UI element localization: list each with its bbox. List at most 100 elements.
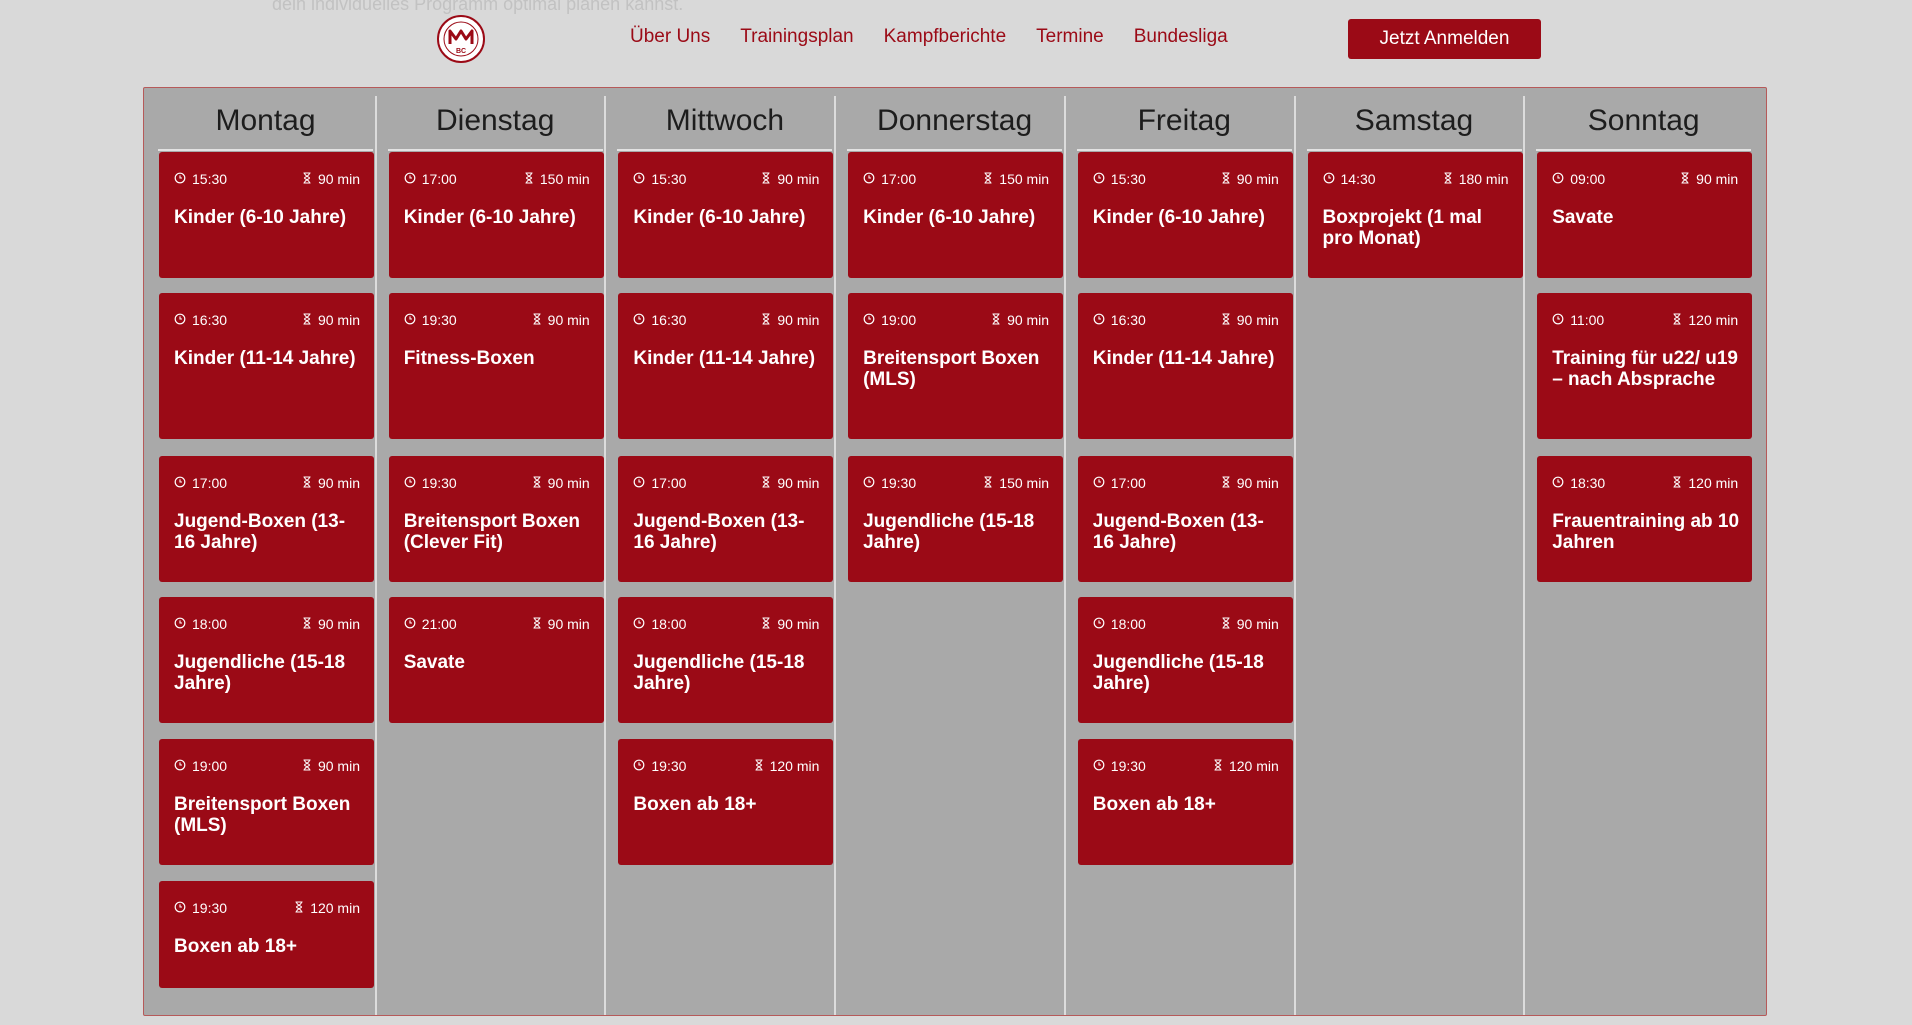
session-time-label: 18:00 xyxy=(1110,616,1146,632)
nav-item-bundesliga[interactable]: Bundesliga xyxy=(1134,26,1228,48)
session-duration-label: 150 min xyxy=(999,475,1050,491)
session-duration: 90 min xyxy=(761,312,819,328)
session-duration: 90 min xyxy=(532,475,590,491)
session-card[interactable]: 09:00 90 min Savate xyxy=(1537,152,1753,278)
session-card[interactable]: 19:30 120 min Boxen ab 18+ xyxy=(1077,739,1293,865)
session-card[interactable]: 21:00 90 min Savate xyxy=(388,597,604,723)
session-title: Jugendliche (15-18 Jahre) xyxy=(1092,652,1264,694)
hourglass-icon xyxy=(1221,171,1231,187)
session-card[interactable]: 14:30 180 min Boxprojekt (1 mal pro Monat) xyxy=(1307,152,1523,278)
session-title: Savate xyxy=(1552,207,1614,228)
session-title: Breitensport Boxen (MLS) xyxy=(863,348,1040,390)
session-card[interactable]: 19:00 90 min Breitensport Boxen (MLS) xyxy=(848,293,1064,439)
hourglass-icon xyxy=(983,171,993,187)
clock-icon xyxy=(1093,312,1105,328)
session-card[interactable]: 19:30 90 min Fitness-Boxen xyxy=(388,293,604,439)
session-card[interactable]: 17:00 90 min Jugend-Boxen (13-16 Jahre) xyxy=(159,456,374,582)
session-card[interactable]: 17:00 90 min Jugend-Boxen (13-16 Jahre) xyxy=(1077,456,1293,582)
session-title: Boxen ab 18+ xyxy=(1092,794,1216,815)
session-duration: 90 min xyxy=(532,312,590,328)
session-meta: 19:00 90 min xyxy=(863,312,1049,328)
session-card[interactable]: 11:00 120 min Training für u22/ u19 – nach… xyxy=(1537,293,1753,439)
clock-icon xyxy=(404,475,416,491)
session-card[interactable]: 17:00 150 min Kinder (6-10 Jahre) xyxy=(388,152,604,278)
day-column-dienstag: Dienstag 17:00 150 min Kinder (6-10 Jahre) 1… xyxy=(374,96,604,1015)
day-column-mittwoch: Mittwoch 15:30 90 min Kinder (6-10 Jahre) 16… xyxy=(603,96,834,1015)
session-title: Kinder (6-10 Jahre) xyxy=(863,207,1036,228)
nav-item-trainingsplan[interactable]: Trainingsplan xyxy=(740,26,853,48)
session-card[interactable]: 15:30 90 min Kinder (6-10 Jahre) xyxy=(1077,152,1293,278)
clock-icon xyxy=(633,475,645,491)
column-divider xyxy=(604,96,607,1015)
session-duration-label: 90 min xyxy=(777,616,820,632)
session-card[interactable]: 15:30 90 min Kinder (6-10 Jahre) xyxy=(159,152,374,278)
session-duration: 90 min xyxy=(302,758,360,774)
clock-icon xyxy=(863,312,875,328)
session-title: Boxen ab 18+ xyxy=(633,794,757,815)
session-card[interactable]: 16:30 90 min Kinder (11-14 Jahre) xyxy=(159,293,374,439)
session-duration-label: 90 min xyxy=(547,616,590,632)
session-meta: 19:30 120 min xyxy=(174,900,360,916)
nav-item-kampfberichte[interactable]: Kampfberichte xyxy=(884,26,1007,48)
hourglass-icon xyxy=(532,475,542,491)
column-divider xyxy=(1293,96,1296,1015)
session-meta: 16:30 90 min xyxy=(633,312,819,328)
session-duration: 90 min xyxy=(1221,475,1279,491)
session-card[interactable]: 17:00 150 min Kinder (6-10 Jahre) xyxy=(848,152,1064,278)
session-duration: 90 min xyxy=(1221,616,1279,632)
session-time: 17:00 xyxy=(863,171,916,187)
session-card[interactable]: 18:00 90 min Jugendliche (15-18 Jahre) xyxy=(618,597,834,723)
session-card[interactable]: 19:30 90 min Breitensport Boxen (Clever Fi… xyxy=(388,456,604,582)
session-time: 09:00 xyxy=(1552,171,1605,187)
session-card[interactable]: 19:00 90 min Breitensport Boxen (MLS) xyxy=(159,739,374,865)
session-time: 18:00 xyxy=(633,616,686,632)
session-card[interactable]: 16:30 90 min Kinder (11-14 Jahre) xyxy=(618,293,834,439)
clock-icon xyxy=(633,312,645,328)
nav-item-ueber-uns[interactable]: Über Uns xyxy=(630,26,710,48)
session-duration-label: 90 min xyxy=(317,171,360,187)
hourglass-icon xyxy=(1672,475,1682,491)
session-meta: 18:30 120 min xyxy=(1552,475,1739,491)
session-duration-label: 120 min xyxy=(1688,475,1739,491)
session-duration-label: 90 min xyxy=(317,616,360,632)
session-time: 15:30 xyxy=(174,171,227,187)
session-card[interactable]: 18:00 90 min Jugendliche (15-18 Jahre) xyxy=(1077,597,1293,723)
session-meta: 19:30 120 min xyxy=(633,758,819,774)
clock-icon xyxy=(1552,312,1564,328)
club-logo[interactable]: BC xyxy=(436,14,486,64)
session-time: 15:30 xyxy=(1093,171,1146,187)
clock-icon xyxy=(174,475,186,491)
clock-icon xyxy=(404,616,416,632)
session-card[interactable]: 19:30 150 min Jugendliche (15-18 Jahre) xyxy=(848,456,1064,582)
column-divider xyxy=(1523,96,1526,1015)
hourglass-icon xyxy=(1213,758,1223,774)
session-duration: 120 min xyxy=(1213,758,1279,774)
session-card[interactable]: 19:30 120 min Boxen ab 18+ xyxy=(159,881,374,988)
session-card[interactable]: 18:00 90 min Jugendliche (15-18 Jahre) xyxy=(159,597,374,723)
session-meta: 19:30 120 min xyxy=(1093,758,1279,774)
session-duration-label: 90 min xyxy=(547,312,590,328)
session-duration: 180 min xyxy=(1443,171,1509,187)
clock-icon xyxy=(633,171,645,187)
session-time-label: 17:00 xyxy=(421,171,457,187)
session-card[interactable]: 16:30 90 min Kinder (11-14 Jahre) xyxy=(1077,293,1293,439)
session-meta: 17:00 90 min xyxy=(1093,475,1279,491)
session-meta: 11:00 120 min xyxy=(1552,312,1738,328)
register-button[interactable]: Jetzt Anmelden xyxy=(1348,19,1541,59)
session-card[interactable]: 18:30 120 min Frauentraining ab 10 Jahren xyxy=(1537,456,1753,582)
session-card[interactable]: 19:30 120 min Boxen ab 18+ xyxy=(618,739,834,865)
session-title: Jugendliche (15-18 Jahre) xyxy=(174,652,346,694)
nav-item-termine[interactable]: Termine xyxy=(1036,26,1104,48)
hourglass-icon xyxy=(1221,475,1231,491)
session-time-label: 21:00 xyxy=(421,616,457,632)
session-title: Jugend-Boxen (13-16 Jahre) xyxy=(633,511,805,553)
session-duration: 120 min xyxy=(1672,312,1738,328)
session-time-label: 15:30 xyxy=(192,171,228,187)
session-duration: 90 min xyxy=(302,475,360,491)
day-column-samstag: Samstag 14:30 180 min Boxprojekt (1 mal pro… xyxy=(1293,96,1523,1015)
session-time: 17:00 xyxy=(1093,475,1146,491)
session-duration-label: 90 min xyxy=(777,475,820,491)
session-card[interactable]: 15:30 90 min Kinder (6-10 Jahre) xyxy=(618,152,834,278)
session-meta: 15:30 90 min xyxy=(1093,171,1279,187)
session-card[interactable]: 17:00 90 min Jugend-Boxen (13-16 Jahre) xyxy=(618,456,834,582)
